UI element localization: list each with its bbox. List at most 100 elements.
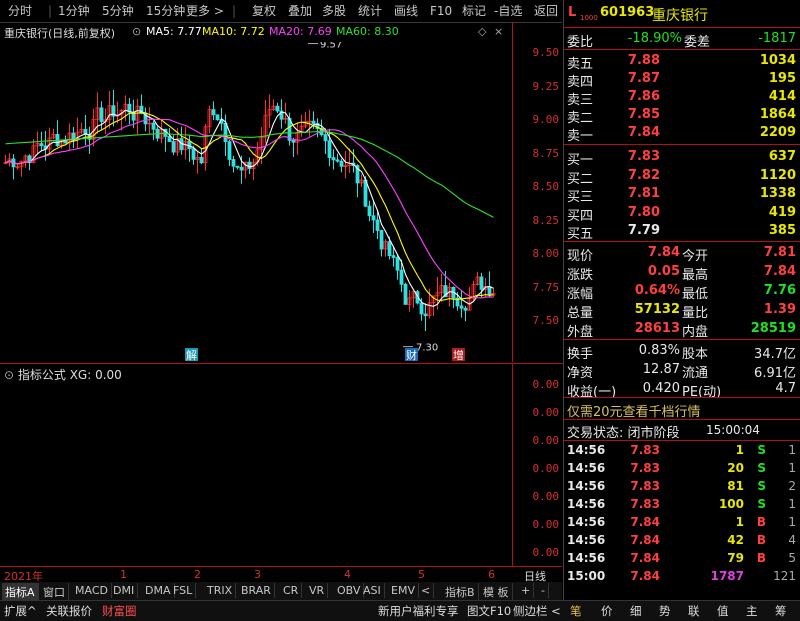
indicator-tick: 0.00 xyxy=(532,462,560,475)
multi-stock-button[interactable]: 多股 xyxy=(322,3,346,19)
more-periods-button[interactable]: 更多 > xyxy=(186,3,224,19)
kline-chart[interactable]: 9.57 7.30 解 财 增 xyxy=(0,42,512,362)
indicator-tab[interactable]: 指标A xyxy=(2,583,39,601)
month-label: 1 xyxy=(120,568,127,581)
bid-volume: 637 xyxy=(768,149,796,164)
draw-line-button[interactable]: 画线 xyxy=(394,3,418,19)
tick-count: 1 xyxy=(788,443,796,457)
tab-trend[interactable]: 势 xyxy=(659,603,671,619)
ma20-label: MA20: 7.69 xyxy=(269,25,332,38)
indicator-tab[interactable]: DMI xyxy=(110,583,139,598)
event-marker: 解 xyxy=(186,348,197,362)
tick-price: 7.84 xyxy=(630,551,660,565)
expand-button[interactable]: 扩展^ xyxy=(4,603,37,619)
chevron-icon[interactable]: ⊙ xyxy=(132,25,141,38)
candle-body xyxy=(423,313,428,317)
diamond-icon[interactable]: ◇ xyxy=(478,25,486,38)
indicator-tab[interactable]: MACD xyxy=(72,583,112,598)
tick-time: 14:56 xyxy=(567,515,606,529)
tick-side: S xyxy=(757,461,766,475)
tick-side: B xyxy=(756,515,766,529)
chevron-down-icon: ⊙ xyxy=(4,368,18,382)
ask-volume: 414 xyxy=(768,89,796,104)
indicator-tick: 0.00 xyxy=(532,546,560,559)
tab-related[interactable]: 联 xyxy=(688,603,700,619)
candle-body xyxy=(375,219,380,231)
graphic-f10-button[interactable]: 图文F10 xyxy=(467,603,511,619)
status-bar: 扩展^ 关联报价 财富圈 新用户福利专享 图文F10 侧边栏 < 笔 价 细 势… xyxy=(0,600,800,621)
candle-body xyxy=(339,160,344,167)
fuquan-button[interactable]: 复权 xyxy=(252,3,276,19)
stat-value: 28519 xyxy=(750,321,796,336)
promo-link[interactable]: 仅需20元查看千档行情 xyxy=(567,401,701,420)
tab-value[interactable]: 值 xyxy=(717,603,729,619)
stat-label: 涨跌 xyxy=(567,268,594,283)
promo-row: 仅需20元查看千档行情 xyxy=(564,400,800,420)
mark-button[interactable]: 标记 xyxy=(462,3,486,19)
indicator-tab-right[interactable]: 模 板 xyxy=(480,583,513,601)
indicator-tab[interactable]: ASI xyxy=(360,583,385,598)
candle-body xyxy=(363,179,368,207)
ask-volume: 1034 xyxy=(759,53,796,68)
candle-body xyxy=(323,134,328,142)
ma10-line xyxy=(5,111,494,301)
indicator-tab-right[interactable]: 指标B xyxy=(442,583,479,601)
tick-volume: 79 xyxy=(727,551,744,565)
remove-favorite-button[interactable]: -自选 xyxy=(494,3,522,19)
candle-body xyxy=(459,305,464,309)
stat-row: 总量 57132 量比 1.39 xyxy=(564,301,800,321)
bid-volume: 385 xyxy=(768,223,796,239)
indicator-tab[interactable]: BRAR xyxy=(238,583,275,598)
indicator-title[interactable]: ⊙ 指标公式 XG: 0.00 xyxy=(4,366,122,383)
tab-chips[interactable]: 筹 xyxy=(775,603,787,619)
tab-price[interactable]: 价 xyxy=(601,603,613,619)
chart-title: 重庆银行(日线,前复权) xyxy=(4,27,116,40)
price-tick: 8.75 xyxy=(532,147,560,160)
indicator-tab[interactable]: VR xyxy=(306,583,329,598)
indicator-tab[interactable]: < xyxy=(418,583,435,598)
indicator-tab-right[interactable]: + xyxy=(518,583,535,598)
stat-label: 净资 xyxy=(567,366,594,381)
candle-body xyxy=(211,109,216,116)
candle-body xyxy=(223,122,228,142)
close-icon[interactable]: × xyxy=(494,25,503,38)
indicator-chart[interactable] xyxy=(0,382,512,566)
bid-label: 买三 xyxy=(567,190,594,206)
indicator-tab[interactable]: CR xyxy=(280,583,303,598)
indicator-tab[interactable]: EMV xyxy=(388,583,419,598)
tab-5min[interactable]: 5分钟 xyxy=(102,3,134,19)
tick-time: 14:56 xyxy=(567,461,606,475)
tick-count: 5 xyxy=(788,551,796,565)
indicator-tab[interactable]: TRIX xyxy=(204,583,237,598)
tab-main[interactable]: 主 xyxy=(746,603,758,619)
stats-button[interactable]: 统计 xyxy=(358,3,382,19)
back-button[interactable]: 返回 xyxy=(534,3,558,19)
sidebar-toggle-button[interactable]: 侧边栏 < xyxy=(513,603,561,619)
tab-1min[interactable]: 1分钟 xyxy=(58,3,90,19)
candle-body xyxy=(291,139,296,143)
indicator-tab[interactable]: FSL xyxy=(170,583,197,598)
overlay-button[interactable]: 叠加 xyxy=(288,3,312,19)
stat-value: 0.05 xyxy=(647,264,680,279)
tick-row: 14:56 7.84 1 B 1 xyxy=(564,514,800,532)
bid-label: 买二 xyxy=(567,171,594,187)
candle-body xyxy=(231,159,236,167)
wealth-circle-button[interactable]: 财富圈 xyxy=(102,603,137,619)
indicator-tick: 0.00 xyxy=(532,434,560,447)
related-quote-button[interactable]: 关联报价 xyxy=(46,603,92,619)
ask-label: 卖一 xyxy=(567,129,594,144)
stat-label: 涨幅 xyxy=(567,287,594,302)
indicator-tab[interactable]: 窗口 xyxy=(40,583,69,601)
f10-button[interactable]: F10 xyxy=(430,3,452,19)
stat-label: 流通 xyxy=(682,366,709,381)
tab-detail[interactable]: 细 xyxy=(630,603,642,619)
stat-label: 今开 xyxy=(682,249,709,264)
tab-ticks[interactable]: 笔 xyxy=(570,603,582,619)
tab-15min[interactable]: 15分钟 xyxy=(146,3,185,19)
high-annotation: 9.57 xyxy=(320,42,342,51)
indicator-axis: 0.00 0.00 0.00 0.00 0.00 0.00 0.00 xyxy=(512,363,563,566)
new-user-promo-link[interactable]: 新用户福利专享 xyxy=(378,603,459,619)
indicator-tab-right[interactable]: - xyxy=(538,583,549,598)
ask-row: 卖三 7.86 414 xyxy=(564,88,800,108)
tab-fenshi[interactable]: 分时 xyxy=(8,3,32,19)
